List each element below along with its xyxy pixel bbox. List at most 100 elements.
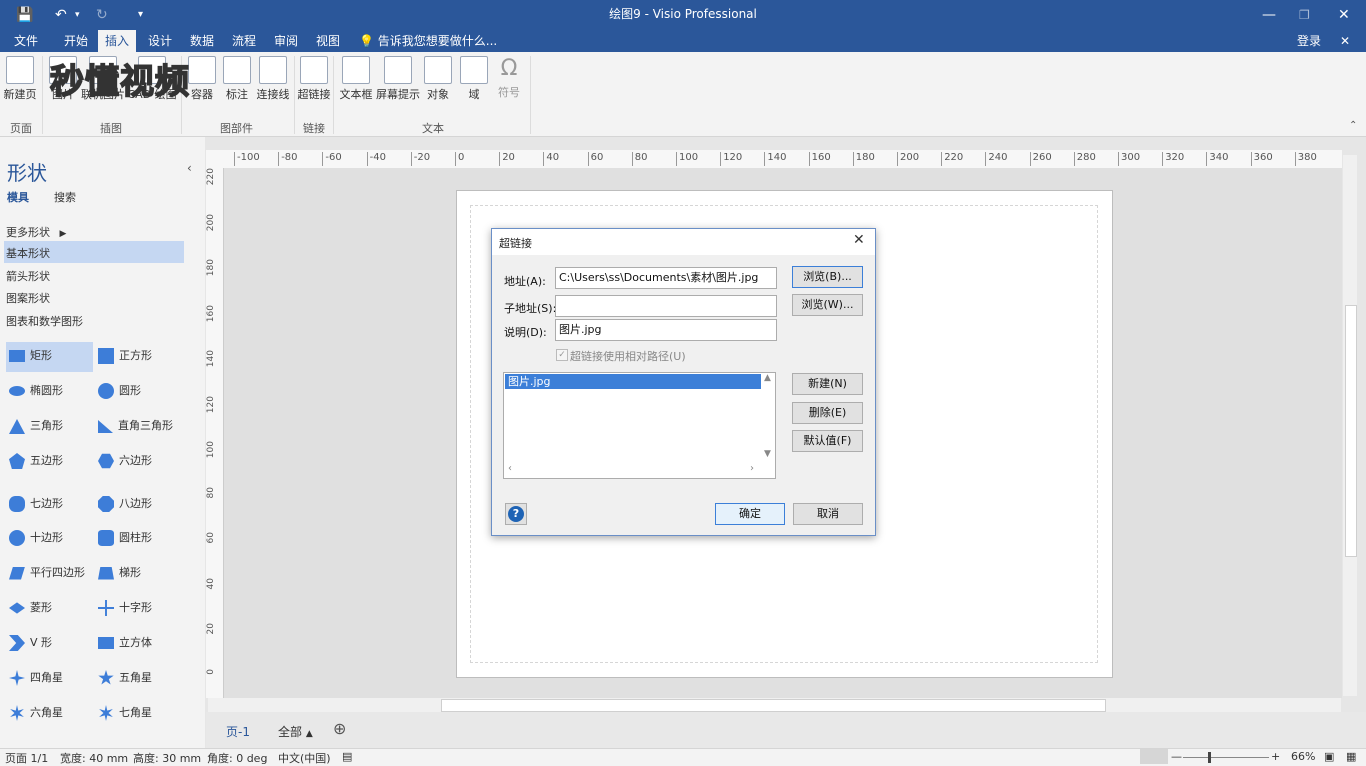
shape-diamond[interactable]: 菱形: [9, 596, 52, 620]
symbol-button[interactable]: Ω 符号: [495, 54, 523, 100]
tell-me-search[interactable]: 💡 告诉我您想要做什么...: [352, 30, 504, 52]
all-pages-tab[interactable]: 全部 ▲: [278, 723, 313, 740]
scroll-down-icon[interactable]: ▼: [764, 449, 771, 459]
list-item[interactable]: 图片.jpg: [505, 374, 761, 389]
close-doc-icon[interactable]: ✕: [1333, 30, 1357, 52]
shape-4-point-star[interactable]: 四角星: [9, 666, 63, 690]
field-icon: [460, 56, 488, 84]
shape-rectangle[interactable]: 矩形: [9, 344, 52, 368]
browse-w-button[interactable]: 浏览(W)...: [792, 294, 863, 316]
subaddress-input[interactable]: [555, 295, 777, 317]
shape-heptagon[interactable]: 七边形: [9, 492, 63, 516]
shape-triangle[interactable]: 三角形: [9, 414, 63, 438]
add-page-icon[interactable]: ⊕: [333, 719, 346, 738]
tab-file[interactable]: 文件: [7, 30, 45, 52]
shape-hexagon[interactable]: 六边形: [98, 449, 152, 473]
shape-square[interactable]: 正方形: [98, 344, 152, 368]
horizontal-scroll-thumb[interactable]: [441, 699, 1106, 712]
tab-insert[interactable]: 插入: [98, 30, 137, 52]
zoom-slider-thumb[interactable]: [1208, 752, 1211, 763]
relative-path-checkbox[interactable]: ✓: [556, 349, 568, 361]
zoom-slider-track[interactable]: [1183, 757, 1269, 758]
stencil-charts-math[interactable]: 图表和数学图形: [6, 313, 83, 329]
shape-7-point-star[interactable]: 七角星: [98, 701, 152, 725]
shape-chevron[interactable]: V 形: [9, 631, 52, 655]
field-button[interactable]: 域: [460, 54, 488, 102]
zoom-out-icon[interactable]: —: [1171, 750, 1182, 763]
zoom-level[interactable]: 66%: [1291, 750, 1315, 763]
sign-in-link[interactable]: 登录: [1290, 30, 1328, 52]
vertical-scroll-thumb[interactable]: [1345, 305, 1357, 557]
close-window-icon[interactable]: ✕: [1338, 0, 1350, 30]
collapse-pane-icon[interactable]: ‹: [187, 161, 192, 175]
status-page[interactable]: 页面 1/1: [5, 750, 48, 766]
help-button[interactable]: ?: [505, 503, 527, 525]
shape-parallelogram[interactable]: 平行四边形: [9, 561, 85, 585]
delete-button[interactable]: 删除(E): [792, 402, 863, 424]
dialog-close-icon[interactable]: ✕: [853, 232, 865, 248]
stencil-pattern-shapes[interactable]: 图案形状: [6, 290, 50, 306]
scroll-left-icon[interactable]: ‹: [508, 463, 512, 474]
zoom-in-icon[interactable]: +: [1271, 750, 1280, 763]
page-tab-1[interactable]: 页-1: [226, 723, 250, 740]
collapse-ribbon-icon[interactable]: ⌃: [1349, 120, 1357, 131]
globe-link-icon: [300, 56, 328, 84]
description-input[interactable]: 图片.jpg: [555, 319, 777, 341]
new-page-button[interactable]: 新建页: [3, 54, 37, 102]
status-language[interactable]: 中文(中国): [278, 750, 331, 766]
stencil-basic-shapes[interactable]: 基本形状: [6, 245, 50, 261]
ruler-tick-label: 260: [1029, 152, 1052, 166]
shape-octagon[interactable]: 八边形: [98, 492, 152, 516]
presentation-mode-button[interactable]: [1140, 749, 1168, 764]
tab-process[interactable]: 流程: [225, 30, 263, 52]
vertical-ruler: 220 200 180 160 140 120 100 80 60 40 20 0: [206, 168, 224, 698]
switch-windows-icon[interactable]: ▦: [1346, 750, 1356, 763]
shape-cylinder[interactable]: 圆柱形: [98, 526, 152, 550]
tab-search[interactable]: 搜索: [54, 189, 76, 205]
new-button[interactable]: 新建(N): [792, 373, 863, 395]
connector-button[interactable]: 连接线: [255, 54, 291, 102]
connector-icon: [259, 56, 287, 84]
tab-data[interactable]: 数据: [183, 30, 221, 52]
ruler-corner: [206, 150, 224, 168]
container-button[interactable]: 容器: [187, 54, 217, 102]
shape-trapezoid[interactable]: 梯形: [98, 561, 141, 585]
tab-design[interactable]: 设计: [141, 30, 179, 52]
shape-circle[interactable]: 圆形: [98, 379, 141, 403]
object-button[interactable]: 对象: [424, 54, 452, 102]
cancel-button[interactable]: 取消: [793, 503, 863, 525]
tab-home[interactable]: 开始: [57, 30, 95, 52]
tab-review[interactable]: 审阅: [267, 30, 305, 52]
textbox-button[interactable]: 文本框: [339, 54, 373, 102]
tab-stencils[interactable]: 模具: [7, 189, 29, 205]
ruler-tick-label: 120: [206, 395, 216, 413]
callout-button[interactable]: 标注: [222, 54, 252, 102]
restore-icon[interactable]: ❐: [1299, 0, 1310, 30]
address-input[interactable]: C:\Users\ss\Documents\素材\图片.jpg: [555, 267, 777, 289]
browse-b-button[interactable]: 浏览(B)...: [792, 266, 863, 288]
vertical-scrollbar[interactable]: [1343, 155, 1357, 696]
shape-pentagon[interactable]: 五边形: [9, 449, 63, 473]
fit-page-icon[interactable]: ▣: [1324, 750, 1334, 763]
scroll-right-icon[interactable]: ›: [750, 463, 754, 474]
scroll-up-icon[interactable]: ▲: [764, 373, 771, 383]
horizontal-scrollbar[interactable]: [208, 698, 1341, 712]
stencil-arrow-shapes[interactable]: 箭头形状: [6, 268, 50, 284]
screentip-button[interactable]: 屏幕提示: [375, 54, 421, 102]
shape-cross[interactable]: 十字形: [98, 596, 152, 620]
ok-button[interactable]: 确定: [715, 503, 785, 525]
shape-5-point-star[interactable]: 五角星: [98, 666, 152, 690]
more-shapes-menu[interactable]: 更多形状 ▶: [6, 224, 66, 240]
shape-6-point-star[interactable]: 六角星: [9, 701, 63, 725]
default-button[interactable]: 默认值(F): [792, 430, 863, 452]
ruler-tick-label: 380: [1294, 152, 1317, 166]
macro-icon[interactable]: ▤: [342, 750, 352, 763]
tab-view[interactable]: 视图: [309, 30, 347, 52]
shape-decagon[interactable]: 十边形: [9, 526, 63, 550]
shape-cube[interactable]: 立方体: [98, 631, 152, 655]
hyperlink-button[interactable]: 超链接: [297, 54, 331, 102]
shape-right-triangle[interactable]: 直角三角形: [98, 414, 173, 438]
hyperlink-list[interactable]: 图片.jpg ▲ ▼ ‹ ›: [503, 372, 776, 479]
minimize-icon[interactable]: —: [1262, 0, 1276, 30]
shape-ellipse[interactable]: 椭圆形: [9, 379, 63, 403]
